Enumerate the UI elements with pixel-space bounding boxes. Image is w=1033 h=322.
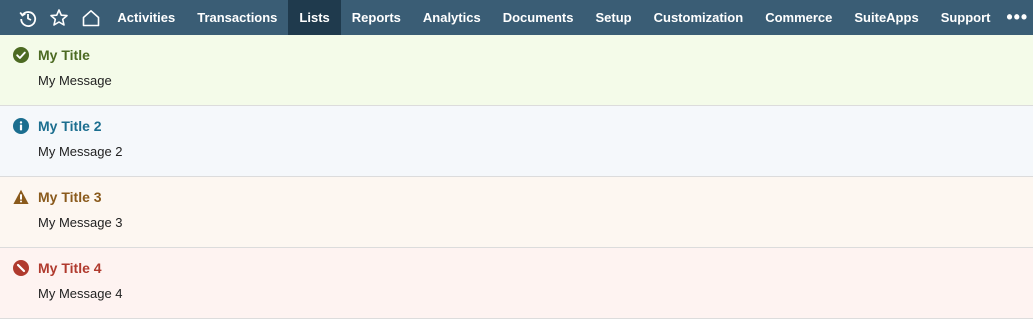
check-circle-icon — [13, 47, 29, 63]
warning-message: My Title 3 My Message 3 — [0, 177, 1033, 248]
message-title: My Title 2 — [38, 118, 102, 134]
nav-item-commerce[interactable]: Commerce — [754, 0, 843, 35]
error-circle-icon — [13, 260, 29, 276]
history-icon[interactable] — [12, 0, 43, 35]
star-icon[interactable] — [43, 0, 74, 35]
nav-item-reports[interactable]: Reports — [341, 0, 412, 35]
information-message: My Title 2 My Message 2 — [0, 106, 1033, 177]
message-body: My Message 4 — [38, 286, 123, 301]
message-body: My Message — [38, 73, 112, 88]
info-circle-icon — [13, 118, 29, 134]
nav-item-customization[interactable]: Customization — [643, 0, 755, 35]
nav-item-transactions[interactable]: Transactions — [186, 0, 288, 35]
nav-item-support[interactable]: Support — [930, 0, 1002, 35]
nav-item-documents[interactable]: Documents — [492, 0, 585, 35]
message-body: My Message 3 — [38, 215, 123, 230]
confirmation-message: My Title My Message — [0, 35, 1033, 106]
message-title: My Title 4 — [38, 260, 102, 276]
home-icon[interactable] — [75, 0, 106, 35]
message-body: My Message 2 — [38, 144, 123, 159]
nav-item-analytics[interactable]: Analytics — [412, 0, 492, 35]
more-menu-icon[interactable]: ••• — [1002, 0, 1033, 35]
nav-item-lists[interactable]: Lists — [288, 0, 341, 35]
nav-item-activities[interactable]: Activities — [106, 0, 186, 35]
warning-triangle-icon — [13, 189, 29, 205]
nav-item-setup[interactable]: Setup — [585, 0, 643, 35]
nav-item-suiteapps[interactable]: SuiteApps — [843, 0, 929, 35]
message-title: My Title — [38, 47, 90, 63]
message-title: My Title 3 — [38, 189, 102, 205]
error-message: My Title 4 My Message 4 — [0, 248, 1033, 319]
top-navigation-bar: Activities Transactions Lists Reports An… — [0, 0, 1033, 35]
